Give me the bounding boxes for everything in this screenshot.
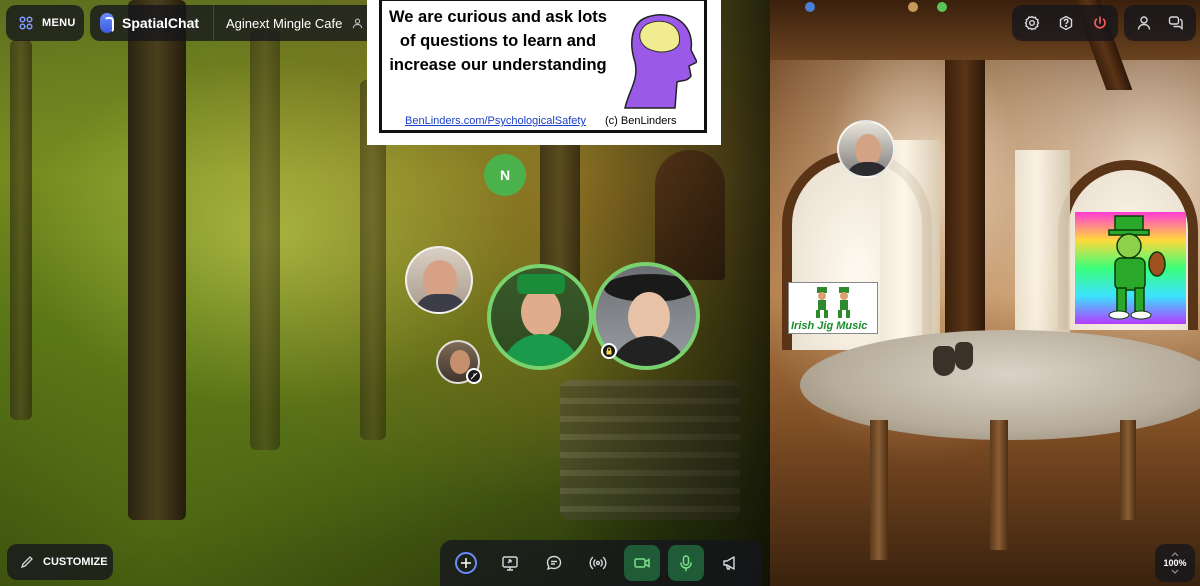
customize-label: CUSTOMIZE (43, 556, 108, 568)
remote-indicator (937, 2, 947, 12)
irish-jig-music-image[interactable]: Irish Jig Music (788, 282, 878, 334)
muted-mic-icon (466, 368, 482, 384)
head-silhouette-icon (624, 14, 697, 109)
grid-icon (18, 15, 34, 31)
megaphone-icon (723, 556, 735, 570)
help-icon[interactable] (1058, 15, 1074, 31)
slide-copyright: (c) BenLinders (605, 115, 677, 127)
slide-link[interactable]: BenLinders.com/PsychologicalSafety (405, 115, 586, 127)
video-camera-icon (634, 558, 650, 568)
mic-toggle-button[interactable] (668, 545, 704, 581)
room-name[interactable]: Aginext Mingle Cafe (226, 16, 342, 31)
chat-button[interactable] (536, 545, 572, 581)
chat-icon[interactable] (1168, 15, 1184, 31)
dancing-leprechauns-icon (816, 287, 850, 318)
jig-label: Irish Jig Music (791, 320, 868, 332)
media-toolbar (440, 540, 762, 586)
shared-slide[interactable]: We are curious and ask lots of questions… (367, 0, 721, 145)
people-chat-controls (1124, 5, 1196, 41)
leave-power-icon[interactable] (1092, 15, 1108, 31)
lock-icon (601, 343, 617, 359)
plus-icon (455, 552, 477, 574)
person-icon (353, 18, 363, 28)
microphone-icon (680, 555, 692, 572)
brand-name: SpatialChat (122, 15, 200, 31)
screen-share-icon (502, 556, 518, 571)
screen-share-button[interactable] (492, 545, 528, 581)
zoom-control[interactable]: 100% (1155, 544, 1195, 582)
participant-avatar[interactable] (837, 120, 895, 178)
avatar-initial[interactable]: N (484, 154, 526, 196)
participants-icon[interactable] (1136, 15, 1152, 31)
room-header: SpatialChat Aginext Mingle Cafe 10 (90, 5, 400, 41)
chevron-down-icon (1171, 569, 1179, 574)
camera-toggle-button[interactable] (624, 545, 660, 581)
megaphone-button[interactable] (712, 545, 748, 581)
remote-indicator (908, 2, 918, 12)
pencil-icon (19, 554, 35, 570)
menu-label: MENU (42, 17, 76, 29)
chevron-up-icon (1171, 552, 1179, 557)
remote-indicator (805, 2, 815, 12)
fiddling-leprechaun-image[interactable] (1075, 212, 1186, 324)
broadcast-icon (589, 556, 607, 570)
spatialchat-logo-icon (100, 13, 114, 33)
session-controls (1012, 5, 1118, 41)
chat-bubble-icon (546, 555, 562, 571)
settings-icon[interactable] (1024, 15, 1040, 31)
customize-button[interactable]: CUSTOMIZE (7, 544, 113, 580)
leprechaun-fiddler-icon (1108, 215, 1166, 320)
menu-button[interactable]: MENU (6, 5, 84, 41)
participant-avatar[interactable] (405, 246, 473, 314)
add-content-button[interactable] (448, 545, 484, 581)
participant-avatar-speaking[interactable] (487, 264, 593, 370)
broadcast-button[interactable] (580, 545, 616, 581)
slide-heading: We are curious and ask lots of questions… (389, 8, 607, 74)
zoom-level: 100% (1163, 558, 1187, 568)
